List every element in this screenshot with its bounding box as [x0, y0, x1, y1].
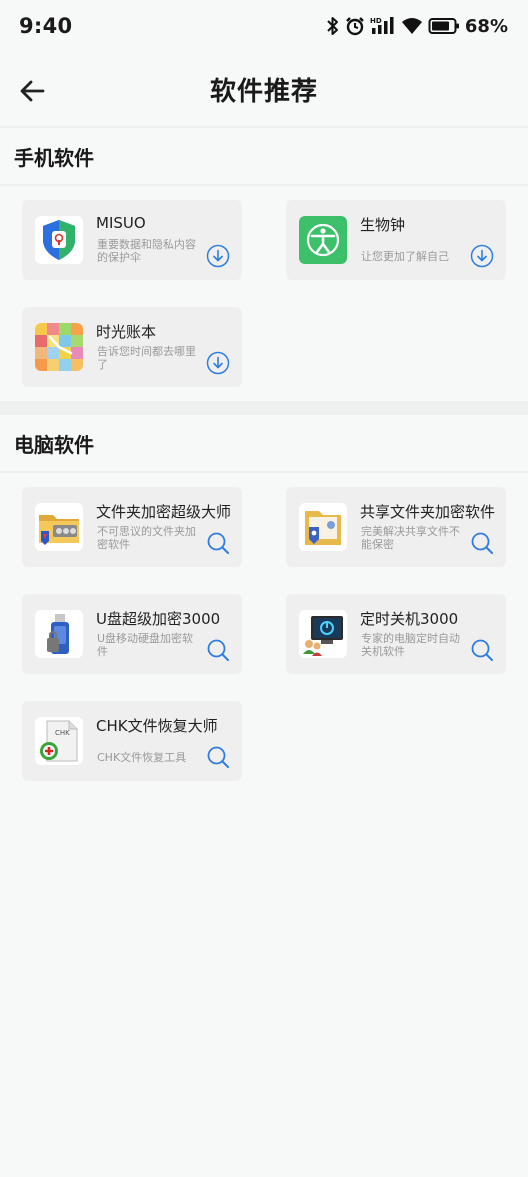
section-title-pc: 电脑软件 [14, 432, 94, 457]
search-icon [207, 532, 229, 554]
app-card-usb-encryption[interactable]: U盘超级加密3000 U盘移动硬盘加密软件 [22, 594, 242, 674]
download-icon [470, 244, 494, 268]
app-name: CHK文件恢复大师 [96, 717, 218, 735]
download-button[interactable] [206, 351, 230, 375]
search-button[interactable] [206, 745, 230, 769]
download-icon [206, 244, 230, 268]
app-name: 共享文件夹加密软件 [360, 503, 496, 521]
app-grid-mobile: MISUO 重要数据和隐私内容的保护伞 生物钟 让您更加了解自己 时光账本 告诉… [0, 186, 528, 401]
shared-folder-icon [299, 503, 347, 551]
clock-mosaic-icon [35, 323, 83, 371]
battery-percent: 68% [464, 15, 508, 37]
search-button[interactable] [470, 531, 494, 555]
app-name: 时光账本 [96, 323, 157, 341]
page-title: 软件推荐 [209, 76, 318, 107]
app-description: 完美解决共享文件不能保密 [361, 525, 460, 551]
search-icon [471, 639, 493, 661]
app-description: 不可思议的文件夹加密软件 [97, 525, 196, 551]
app-name: U盘超级加密3000 [96, 610, 221, 628]
bluetooth-icon [326, 16, 340, 36]
search-button[interactable] [206, 638, 230, 662]
arrow-left-icon [20, 80, 45, 102]
app-card-folder-encryption[interactable]: 文件夹加密超级大师 不可思议的文件夹加密软件 [22, 487, 242, 567]
app-card-shared-folder-encryption[interactable]: 共享文件夹加密软件 完美解决共享文件不能保密 [286, 487, 506, 567]
download-button[interactable] [470, 244, 494, 268]
app-card-time-ledger[interactable]: 时光账本 告诉您时间都去哪里了 [22, 307, 242, 387]
status-time: 9:40 [19, 14, 73, 38]
svg-text:HD: HD [370, 17, 382, 25]
app-description: U盘移动硬盘加密软件 [97, 632, 194, 658]
section-separator [0, 401, 528, 415]
download-icon [206, 351, 230, 375]
app-description: 重要数据和隐私内容的保护伞 [97, 238, 196, 264]
app-name: MISUO [96, 214, 146, 232]
app-description: CHK文件恢复工具 [97, 751, 187, 764]
status-bar: 9:40 HD 68% [0, 0, 528, 52]
download-button[interactable] [206, 244, 230, 268]
app-description: 专家的电脑定时自动关机软件 [361, 632, 460, 658]
person-circle-icon [299, 216, 347, 264]
alarm-icon [345, 16, 365, 36]
search-icon [207, 746, 229, 768]
svg-text:CHK: CHK [55, 729, 70, 737]
battery-icon [428, 17, 460, 35]
app-card-chk-recovery[interactable]: CHK CHK文件恢复大师 CHK文件恢复工具 [22, 701, 242, 781]
search-icon [471, 532, 493, 554]
app-name: 定时关机3000 [360, 610, 459, 628]
usb-drive-icon [35, 610, 83, 658]
folder-lock-icon [35, 503, 83, 551]
monitor-power-icon [299, 610, 347, 658]
nav-bar: 软件推荐 [0, 52, 528, 126]
app-name: 生物钟 [360, 216, 406, 234]
shield-icon [35, 216, 83, 264]
app-card-biological-clock[interactable]: 生物钟 让您更加了解自己 [286, 200, 506, 280]
wifi-icon [401, 17, 423, 35]
chk-file-icon: CHK [35, 717, 83, 765]
app-description: 告诉您时间都去哪里了 [97, 345, 196, 371]
app-description: 让您更加了解自己 [361, 250, 449, 263]
app-card-scheduled-shutdown[interactable]: 定时关机3000 专家的电脑定时自动关机软件 [286, 594, 506, 674]
search-button[interactable] [206, 531, 230, 555]
section-title-mobile: 手机软件 [14, 145, 94, 170]
status-icons: HD 68% [326, 16, 508, 37]
back-button[interactable] [18, 76, 48, 106]
search-button[interactable] [470, 638, 494, 662]
app-name: 文件夹加密超级大师 [96, 503, 232, 521]
search-icon [207, 639, 229, 661]
app-grid-pc: 文件夹加密超级大师 不可思议的文件夹加密软件 共享文件夹加密软件 完美解决共享文… [0, 473, 528, 795]
app-card-misuo[interactable]: MISUO 重要数据和隐私内容的保护伞 [22, 200, 242, 280]
hd-signal-icon: HD [370, 16, 396, 36]
